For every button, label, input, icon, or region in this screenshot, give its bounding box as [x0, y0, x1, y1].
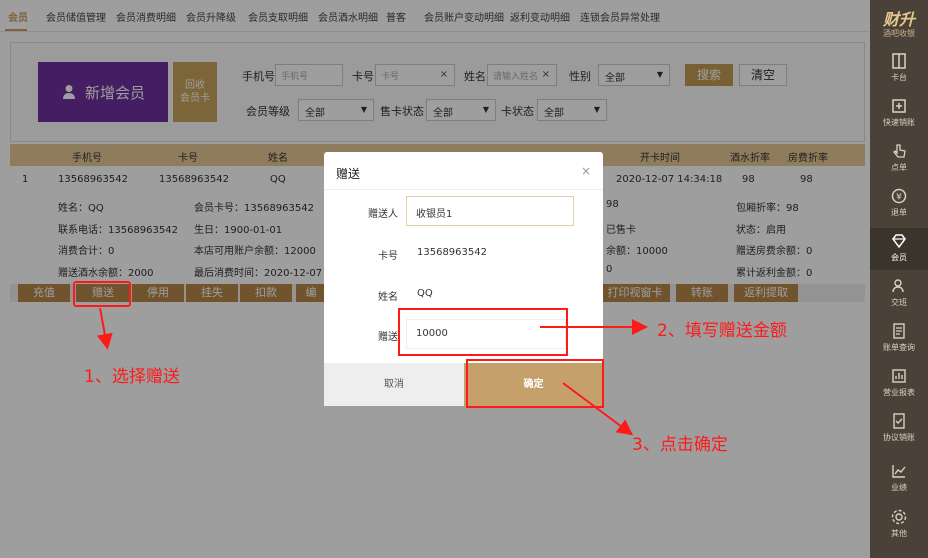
annotation-step2: 2、填写赠送金额: [657, 321, 787, 341]
annotation-step1: 1、选择赠送: [84, 367, 180, 387]
annotation-arrows: [96, 307, 648, 436]
arrow-step3: [562, 382, 634, 436]
annotation-step3: 3、点击确定: [632, 435, 728, 455]
arrow-step1: [96, 307, 113, 350]
